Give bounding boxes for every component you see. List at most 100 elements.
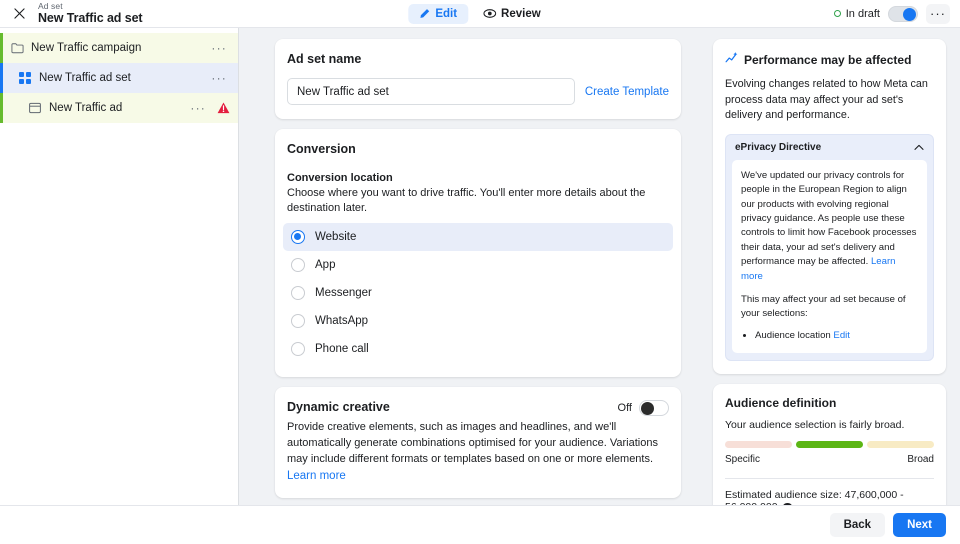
body: New Traffic campaign ··· New Traffic ad … bbox=[0, 28, 960, 505]
next-button[interactable]: Next bbox=[893, 513, 946, 537]
row-accent-bar bbox=[0, 93, 3, 123]
tab-review-label: Review bbox=[501, 7, 541, 20]
status-label: In draft bbox=[845, 7, 880, 20]
dynamic-creative-toggle[interactable] bbox=[639, 399, 669, 416]
dynamic-creative-toggle-state: Off bbox=[617, 401, 632, 414]
footer-bar: Back Next bbox=[0, 505, 960, 544]
campaign-row-menu-icon[interactable]: ··· bbox=[208, 42, 230, 54]
dynamic-creative-card: Dynamic creative Off Provide creative el… bbox=[275, 386, 681, 499]
audience-breadth-gauge bbox=[725, 441, 934, 449]
dynamic-creative-title: Dynamic creative bbox=[287, 399, 390, 414]
gauge-segment-specific bbox=[725, 441, 792, 449]
performance-warning-body: Evolving changes related to how Meta can… bbox=[725, 78, 928, 122]
radio-option-messenger[interactable]: Messenger bbox=[283, 279, 673, 307]
ad-row-menu-icon[interactable]: ··· bbox=[187, 102, 209, 114]
gauge-segment-active bbox=[796, 441, 863, 449]
tab-edit[interactable]: Edit bbox=[408, 3, 469, 24]
ad-set-name-row: Create Template bbox=[287, 78, 669, 105]
page-title-block: Ad set New Traffic ad set bbox=[38, 2, 143, 25]
back-button[interactable]: Back bbox=[829, 513, 886, 537]
radio-option-whatsapp-label: WhatsApp bbox=[315, 314, 369, 327]
eprivacy-paragraph-1: We've updated our privacy controls for p… bbox=[741, 169, 918, 284]
adset-row-menu-icon[interactable]: ··· bbox=[208, 72, 230, 84]
chevron-up-icon bbox=[914, 144, 924, 151]
gauge-segment-broad bbox=[867, 441, 934, 449]
radio-option-website-label: Website bbox=[315, 230, 357, 243]
top-bar-right: In draft ··· bbox=[833, 3, 960, 24]
create-template-link[interactable]: Create Template bbox=[585, 86, 669, 98]
sidebar-item-campaign[interactable]: New Traffic campaign ··· bbox=[0, 33, 238, 63]
eprivacy-bullet-edit-link[interactable]: Edit bbox=[833, 330, 850, 341]
row-accent-bar bbox=[0, 63, 3, 93]
radio-option-website[interactable]: Website bbox=[283, 222, 673, 251]
tab-review[interactable]: Review bbox=[472, 4, 552, 24]
eprivacy-accordion: ePrivacy Directive We've updated our pri… bbox=[725, 133, 934, 362]
performance-warning-card: Performance may be affected Evolving cha… bbox=[713, 39, 946, 375]
radio-icon bbox=[291, 257, 305, 272]
pencil-icon bbox=[419, 8, 430, 19]
ads-manager-ad-set-editor: Ad set New Traffic ad set Edit Review In… bbox=[0, 0, 960, 544]
radio-icon bbox=[291, 313, 305, 328]
sidebar-item-ad-label: New Traffic ad bbox=[49, 102, 123, 114]
radio-option-app[interactable]: App bbox=[283, 251, 673, 279]
ad-card-icon bbox=[28, 101, 42, 115]
insights-column: Performance may be affected Evolving cha… bbox=[704, 28, 960, 505]
eprivacy-accordion-body: We've updated our privacy controls for p… bbox=[732, 159, 927, 354]
eprivacy-bullet-text: Audience location bbox=[755, 329, 831, 341]
folder-icon bbox=[10, 41, 24, 55]
radio-option-app-label: App bbox=[315, 258, 336, 271]
radio-icon bbox=[291, 341, 305, 356]
conversion-location-options: Website App Messenger WhatsApp Phone cal… bbox=[283, 222, 673, 363]
warning-icon[interactable] bbox=[217, 102, 230, 114]
estimated-audience-size-label: Estimated audience size: bbox=[725, 489, 842, 502]
audience-definition-card: Audience definition Your audience select… bbox=[713, 384, 946, 505]
sidebar-item-campaign-label: New Traffic campaign bbox=[31, 42, 142, 54]
dynamic-creative-toggle-group: Off bbox=[617, 399, 669, 416]
campaign-tree-sidebar: New Traffic campaign ··· New Traffic ad … bbox=[0, 28, 239, 505]
toggle-knob bbox=[641, 401, 654, 415]
close-icon[interactable] bbox=[10, 4, 28, 22]
ad-set-form-column: Ad set name Create Template Conversion C… bbox=[239, 28, 704, 505]
eye-icon bbox=[483, 8, 496, 19]
top-bar-left: Ad set New Traffic ad set bbox=[0, 2, 143, 25]
audience-gauge-labels: Specific Broad bbox=[725, 454, 934, 465]
eprivacy-accordion-header[interactable]: ePrivacy Directive bbox=[726, 135, 933, 160]
gauge-label-specific: Specific bbox=[725, 454, 761, 466]
tab-edit-label: Edit bbox=[435, 7, 458, 20]
ad-set-active-toggle[interactable] bbox=[888, 5, 918, 22]
conversion-title: Conversion bbox=[287, 142, 356, 156]
radio-option-whatsapp[interactable]: WhatsApp bbox=[283, 307, 673, 335]
radio-option-phone-call[interactable]: Phone call bbox=[283, 335, 673, 363]
conversion-location-label: Conversion location bbox=[287, 172, 393, 184]
page-title: New Traffic ad set bbox=[38, 10, 143, 25]
dynamic-creative-header: Dynamic creative Off bbox=[287, 399, 669, 416]
dynamic-creative-learn-more-link[interactable]: Learn more bbox=[287, 470, 346, 482]
estimated-audience-size-row: Estimated audience size: 47,600,000 - 56… bbox=[725, 489, 934, 505]
row-accent-bar bbox=[0, 33, 3, 63]
audience-definition-subtitle: Your audience selection is fairly broad. bbox=[725, 419, 905, 432]
sidebar-item-ad[interactable]: New Traffic ad ··· bbox=[0, 93, 238, 123]
eprivacy-paragraph-1-text: We've updated our privacy controls for p… bbox=[741, 169, 917, 268]
eprivacy-bullet-list: Audience location Edit bbox=[755, 329, 918, 343]
radio-option-messenger-label: Messenger bbox=[315, 286, 372, 299]
dynamic-creative-description-text: Provide creative elements, such as image… bbox=[287, 420, 658, 465]
grid-squares-icon bbox=[18, 71, 32, 85]
status-dot-icon bbox=[833, 10, 841, 17]
audience-definition-title: Audience definition bbox=[725, 396, 837, 411]
dynamic-creative-description: Provide creative elements, such as image… bbox=[287, 420, 669, 485]
divider bbox=[725, 478, 934, 480]
conversion-location-description: Choose where you want to drive traffic. … bbox=[287, 187, 646, 214]
eprivacy-paragraph-2: This may affect your ad set because of y… bbox=[741, 294, 906, 320]
sidebar-item-adset[interactable]: New Traffic ad set ··· bbox=[0, 63, 238, 93]
radio-icon bbox=[291, 229, 305, 244]
ad-set-form: Ad set name Create Template Conversion C… bbox=[275, 39, 681, 505]
eprivacy-accordion-title: ePrivacy Directive bbox=[735, 141, 822, 153]
ad-set-name-input[interactable] bbox=[287, 78, 575, 105]
more-options-icon[interactable]: ··· bbox=[926, 3, 950, 24]
conversion-card: Conversion Conversion location Choose wh… bbox=[275, 129, 681, 377]
page-title-kicker: Ad set bbox=[38, 0, 63, 11]
sidebar-item-adset-label: New Traffic ad set bbox=[39, 72, 131, 84]
status-badge: In draft bbox=[833, 7, 880, 20]
mode-tabs: Edit Review bbox=[408, 3, 552, 24]
